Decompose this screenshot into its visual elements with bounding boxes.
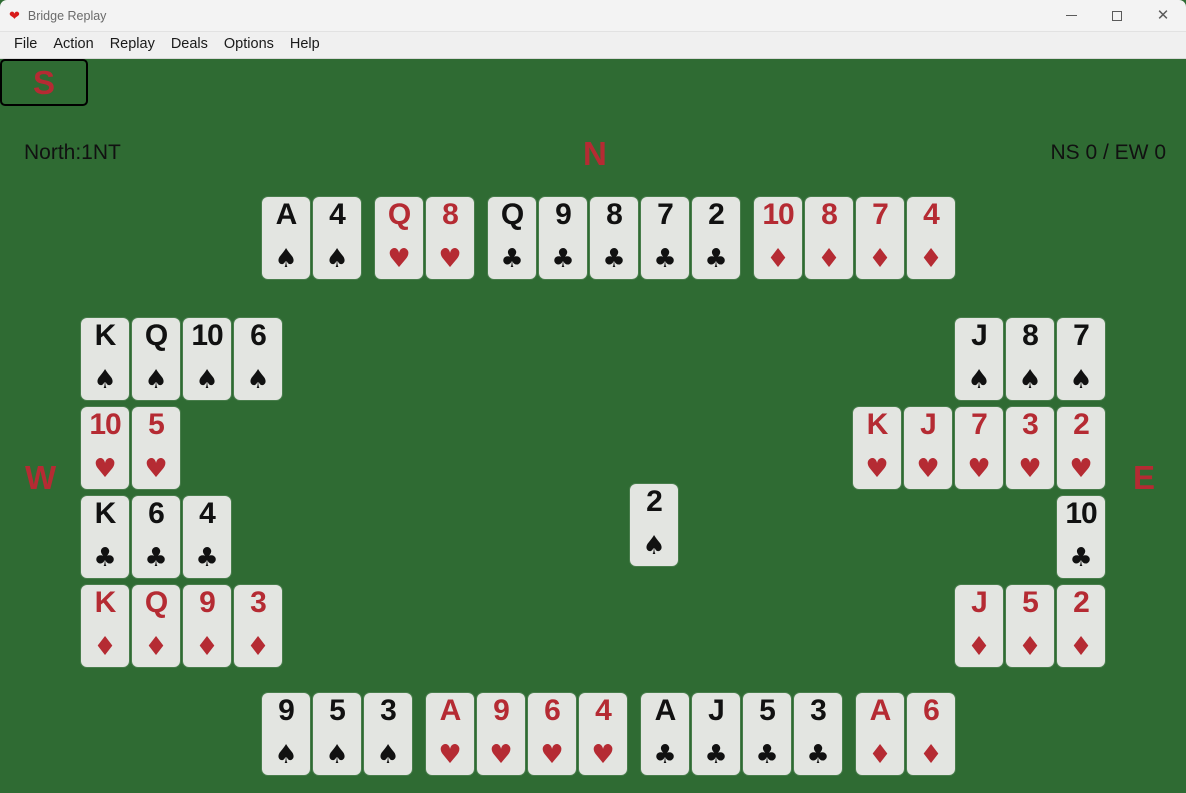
card-rank: 2 [646, 485, 663, 518]
menu-item-replay[interactable]: Replay [103, 35, 164, 55]
card-2-spade[interactable]: 2 ♠ [630, 484, 678, 566]
menu-item-action[interactable]: Action [46, 35, 102, 55]
minimize-button[interactable] [1048, 0, 1094, 31]
menu-item-help[interactable]: Help [283, 35, 329, 55]
menu-item-file[interactable]: File [7, 35, 46, 55]
heart-icon: ❤ [9, 8, 20, 23]
maximize-icon [1112, 10, 1122, 21]
menu-item-options[interactable]: Options [217, 35, 283, 55]
spade-suit-icon: ♠ [642, 531, 666, 561]
close-button[interactable]: ✕ [1140, 0, 1186, 31]
bridge-table: North:1NT NS 0 / EW 0 N W E S A ♠ 4 ♠ Q ♥ 8 ♥ Q ♣… [0, 59, 1186, 793]
bridge-replay-window: ❤ Bridge Replay ✕ File Action Replay Dea… [0, 0, 1186, 793]
trick-card-east: 2 ♠ [630, 484, 678, 566]
title-bar: ❤ Bridge Replay ✕ [0, 0, 1186, 32]
trick-area: 2 ♠ [0, 59, 1186, 793]
window-controls: ✕ [1048, 0, 1186, 31]
maximize-button[interactable] [1094, 0, 1140, 31]
window-title: Bridge Replay [27, 8, 107, 23]
menu-bar: File Action Replay Deals Options Help [0, 32, 1186, 59]
menu-item-deals[interactable]: Deals [164, 35, 217, 55]
close-icon: ✕ [1156, 6, 1170, 24]
minimize-icon [1065, 15, 1077, 16]
